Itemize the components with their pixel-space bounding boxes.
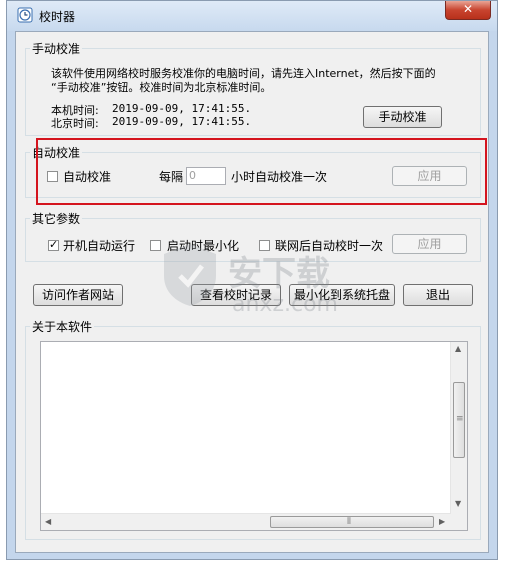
app-window: 校时器 ✕ 手动校准 该软件使用网络校时服务校准你的电脑时间，请先连入Inter…	[6, 0, 498, 560]
start-minimized-checkbox[interactable]	[150, 240, 161, 251]
other-group-title: 其它参数	[30, 210, 83, 227]
sync-on-connect-checkbox[interactable]	[259, 240, 270, 251]
visit-author-button[interactable]: 访问作者网站	[33, 284, 123, 306]
about-group: 关于本软件 ▲ ≡ ▼ ◀ ⦀ ▶	[25, 318, 481, 540]
title-bar[interactable]: 校时器 ✕	[7, 1, 497, 31]
manual-description-line2: “手动校准”按钮。校准时间为北京标准时间。	[51, 81, 272, 94]
manual-calibration-group: 手动校准 该软件使用网络校时服务校准你的电脑时间，请先连入Internet，然后…	[25, 40, 481, 136]
scroll-down-icon[interactable]: ▼	[455, 499, 461, 508]
horizontal-scroll-thumb[interactable]: ⦀	[270, 516, 434, 528]
about-group-title: 关于本软件	[30, 318, 95, 335]
grip-icon: ≡	[456, 414, 464, 424]
beijing-time-value: 2019-09-09, 17:41:55.	[112, 115, 252, 128]
view-log-button[interactable]: 查看校时记录	[191, 284, 281, 306]
other-apply-button[interactable]: 应用	[392, 234, 467, 254]
close-button[interactable]: ✕	[445, 1, 491, 20]
manual-group-title: 手动校准	[30, 40, 83, 57]
other-params-group: 其它参数 开机自动运行 启动时最小化 联网后自动校时一次 应用	[25, 210, 481, 262]
start-minimized-label: 启动时最小化	[167, 239, 240, 253]
highlight-box	[36, 138, 487, 205]
scroll-up-icon[interactable]: ▲	[455, 344, 461, 353]
manual-calibrate-button[interactable]: 手动校准	[363, 106, 442, 128]
startup-run-checkbox[interactable]	[48, 238, 59, 251]
startup-run-label: 开机自动运行	[63, 239, 136, 253]
vertical-scroll-thumb[interactable]: ≡	[453, 382, 465, 458]
sync-on-connect-label: 联网后自动校时一次	[275, 239, 384, 253]
scroll-right-icon[interactable]: ▶	[439, 517, 445, 526]
beijing-time-label: 北京时间:	[51, 117, 99, 130]
exit-button[interactable]: 退出	[403, 284, 473, 306]
client-area: 手动校准 该软件使用网络校时服务校准你的电脑时间，请先连入Internet，然后…	[15, 31, 489, 553]
minimize-to-tray-button[interactable]: 最小化到系统托盘	[289, 284, 395, 306]
scroll-left-icon[interactable]: ◀	[45, 517, 51, 526]
clock-app-icon	[17, 7, 33, 23]
local-time-value: 2019-09-09, 17:41:55.	[112, 102, 252, 115]
vertical-scrollbar[interactable]: ▲ ≡ ▼	[450, 342, 467, 530]
about-text-area[interactable]: ▲ ≡ ▼ ◀ ⦀ ▶	[40, 341, 468, 531]
horizontal-scrollbar[interactable]: ◀ ⦀ ▶	[41, 513, 451, 530]
grip-icon: ⦀	[347, 517, 351, 527]
close-icon: ✕	[462, 2, 474, 16]
window-title: 校时器	[39, 10, 76, 24]
